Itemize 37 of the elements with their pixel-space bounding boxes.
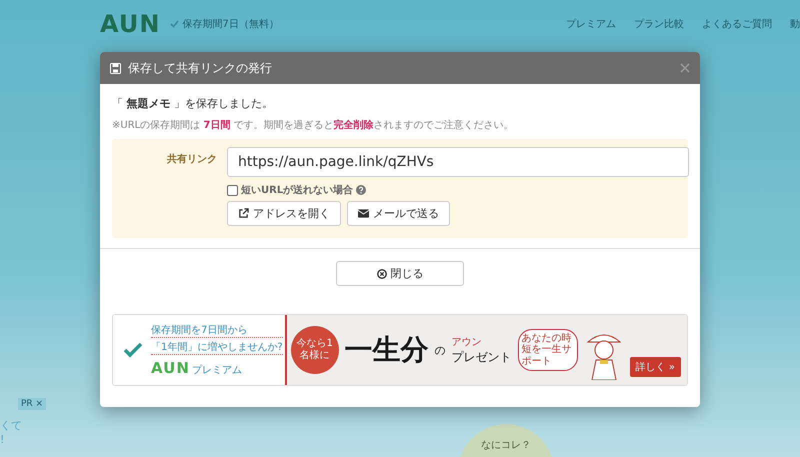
banner-title: 一生分 — [344, 332, 429, 368]
external-link-icon — [238, 208, 249, 219]
open-address-button[interactable]: アドレスを開く — [227, 201, 341, 226]
circle-x-icon — [376, 268, 386, 278]
checkbox[interactable] — [227, 184, 238, 196]
details-button[interactable]: 詳しく » — [630, 357, 681, 377]
logo[interactable]: AUN — [100, 10, 160, 38]
share-link-label: 共有リンク — [166, 152, 217, 167]
retention-notice: ※URLの保存期間は 7日間 です。期間を過ぎると完全削除されますのでご注意ください。 — [112, 118, 515, 132]
saved-message: 「 無題メモ 」を保存しました。 — [112, 96, 274, 111]
dialog-title: 保存して共有リンクの発行 — [128, 60, 272, 76]
nav-link[interactable]: よくあるご質問 — [702, 17, 772, 31]
banner-logo-text: プレミアム — [192, 364, 242, 377]
banner-logo: AUN — [151, 359, 190, 377]
send-mail-button[interactable]: メールで送る — [347, 201, 450, 226]
banner-headline: 保存期間を7日間から — [151, 323, 283, 338]
pr-label[interactable]: PR × — [18, 398, 46, 410]
share-link-field[interactable]: https://aun.page.link/qZHVs — [227, 147, 689, 177]
help-bubble[interactable]: なにコレ？ — [458, 424, 554, 457]
checkbox-label[interactable]: 短いURLが送れない場合 — [241, 183, 354, 197]
banner-particle: の — [434, 342, 446, 358]
side-text: くて — [0, 418, 22, 433]
check-icon — [123, 342, 143, 358]
side-text: ! — [0, 433, 6, 446]
offer-badge: 今なら1名様に — [290, 326, 339, 374]
plan-label: 保存期間7日（無料） — [182, 18, 279, 31]
banner-kana: アウン — [452, 336, 483, 348]
speech-bubble: あなたの時短を一生サポート — [518, 328, 578, 372]
check-icon — [170, 20, 180, 28]
envelope-icon — [358, 209, 369, 218]
close-button[interactable]: 閉じる — [336, 261, 464, 286]
nav-link[interactable]: プレミアム — [566, 17, 616, 31]
banner-subtitle: プレゼント — [452, 348, 512, 366]
nav-link[interactable]: プラン比較 — [634, 17, 684, 31]
help-icon[interactable] — [356, 185, 366, 195]
banner-headline: 「1年間」に増やしませんか? — [151, 340, 283, 355]
nav-link[interactable]: 動 — [790, 17, 800, 31]
